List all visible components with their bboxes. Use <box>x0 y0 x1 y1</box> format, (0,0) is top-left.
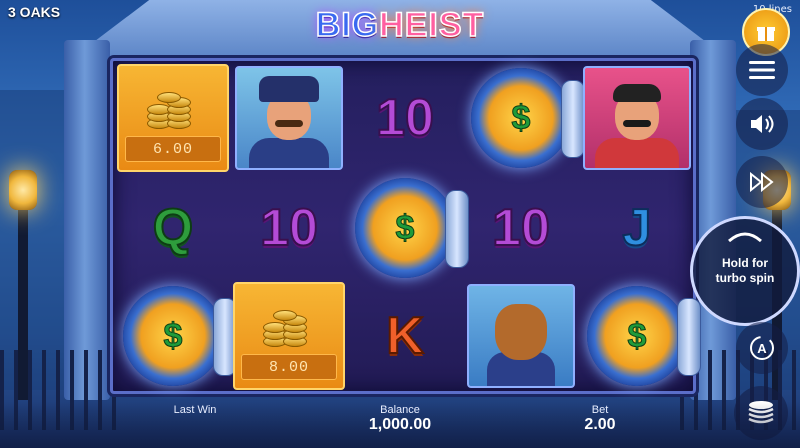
symbol-j: J <box>622 198 653 258</box>
balance-value: 1,000.00 <box>368 416 432 433</box>
coins-icon <box>147 92 197 132</box>
sound-icon <box>751 115 774 133</box>
svg-text:A: A <box>757 341 767 356</box>
symbol-money-vault: $ <box>115 281 237 391</box>
logo-heist: HEIST <box>378 5 485 45</box>
sound-button[interactable] <box>736 98 788 150</box>
symbol-ten: 10 <box>259 198 319 258</box>
symbol-k: K <box>385 306 425 366</box>
symbol-ten: 10 <box>491 198 551 258</box>
symbol-coin-tile: 8.00 <box>231 281 347 391</box>
bottom-bar: Last Win Balance 1,000.00 Bet 2.00 <box>0 402 800 448</box>
symbol-ten: 10 <box>375 88 435 148</box>
symbol-police-officer <box>231 63 347 173</box>
symbol-money-vault: $ <box>463 63 585 173</box>
symbol-boss <box>579 63 695 173</box>
spin-hint-line1: Hold for <box>722 256 768 270</box>
coin-value: 6.00 <box>125 136 221 162</box>
menu-icon <box>749 61 775 79</box>
logo-big: BIG <box>315 5 380 45</box>
pillar-left <box>64 40 110 400</box>
balance-label: Balance <box>380 404 420 416</box>
reel-grid[interactable]: 6.00 10 $ Q 10 $ 10 J $ 8.00 K $ <box>110 58 701 394</box>
coin-value: 8.00 <box>241 354 337 380</box>
bet-value: 2.00 <box>584 416 616 433</box>
balance: Balance 1,000.00 <box>340 404 460 434</box>
bet[interactable]: Bet 2.00 <box>560 404 640 434</box>
spin-hint-line2: turbo spin <box>715 271 775 285</box>
bet-label: Bet <box>591 404 609 416</box>
symbol-money-vault: $ <box>579 281 701 391</box>
last-win: Last Win <box>150 404 240 416</box>
coins-icon <box>263 310 313 350</box>
menu-button[interactable] <box>736 44 788 96</box>
autoplay-icon: A <box>750 336 774 360</box>
lamp-light-left <box>9 170 37 210</box>
game-logo: BIGHEIST <box>0 5 800 45</box>
last-win-label: Last Win <box>173 404 217 416</box>
spin-button[interactable]: Hold for turbo spin <box>690 216 800 326</box>
autoplay-button[interactable]: A <box>736 322 788 374</box>
fast-forward-icon <box>750 172 774 192</box>
symbol-guard-dog <box>463 281 579 391</box>
symbol-q: Q <box>152 198 194 258</box>
turbo-button[interactable] <box>736 156 788 208</box>
symbol-coin-tile: 6.00 <box>115 63 231 173</box>
spin-icon <box>728 232 762 243</box>
symbol-money-vault: $ <box>347 173 469 283</box>
